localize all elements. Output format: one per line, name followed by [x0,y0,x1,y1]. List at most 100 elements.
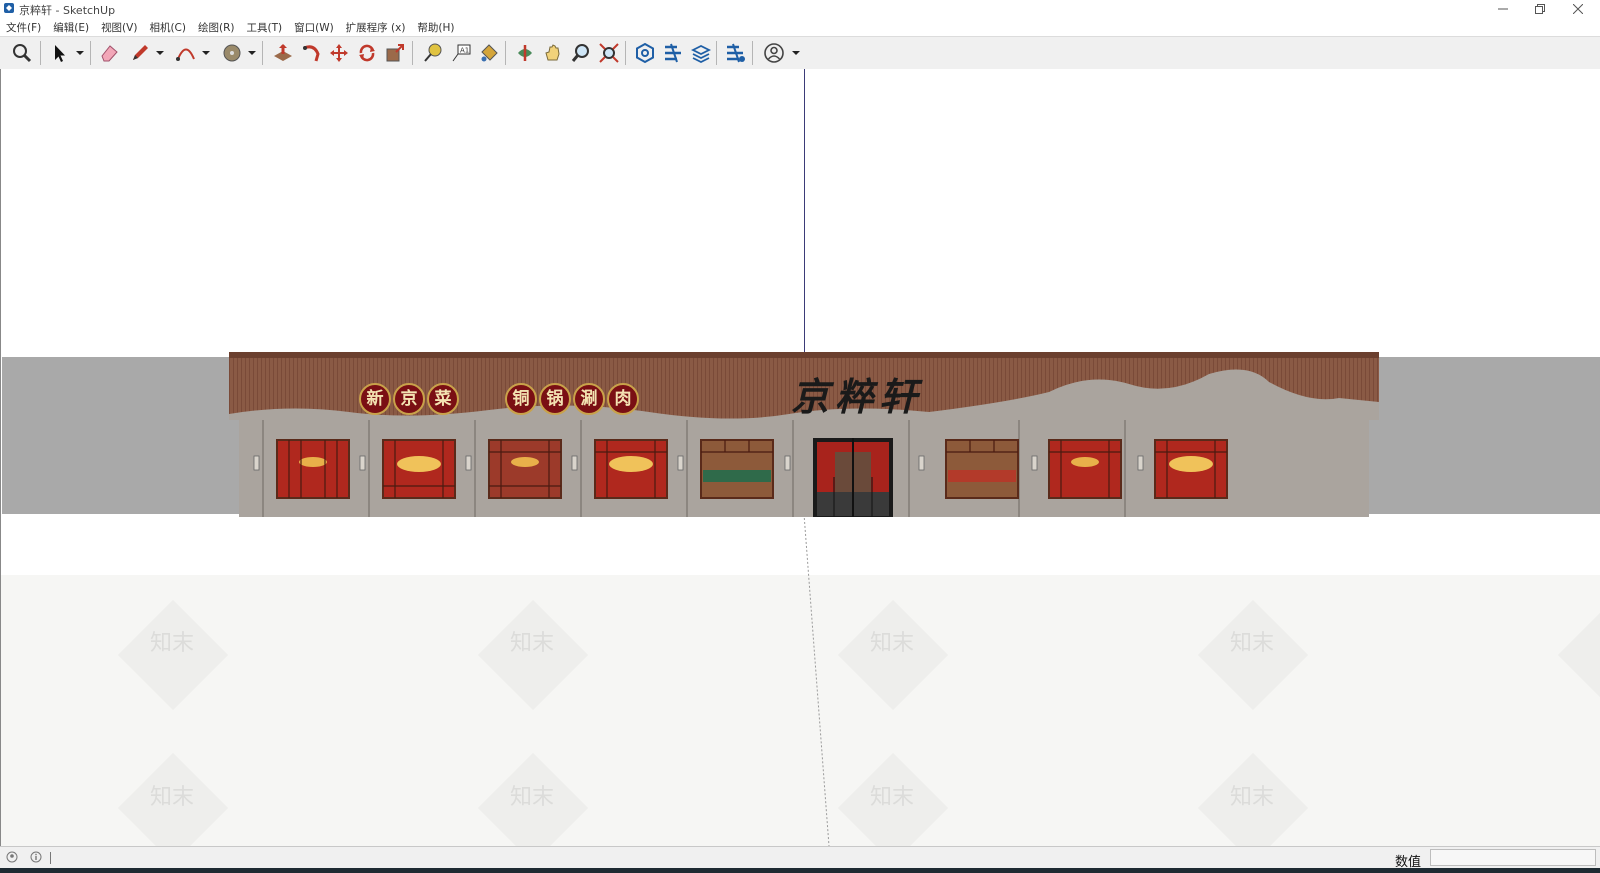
green-axis-dotted-line [803,514,830,846]
push-pull-button[interactable] [270,40,296,66]
brand-signage: 京粹轩 [791,374,924,419]
sign-char: 京 [393,383,425,415]
extension-manager-button[interactable] [660,40,686,66]
measurements-input[interactable] [1430,849,1596,866]
status-bar: 数值 [0,846,1600,870]
roof-edge [229,352,1379,358]
close-icon [1573,4,1583,14]
window-title: 京粹轩 - SketchUp [19,4,116,17]
toolbar-separator [40,41,41,65]
toolbar-separator [625,41,626,65]
select-tool-button[interactable] [46,40,72,66]
scale-tool-button[interactable] [382,40,408,66]
menu-window[interactable]: 窗口(W) [288,20,340,35]
shape-tool-button[interactable] [219,40,245,66]
paint-bucket-icon [481,44,498,62]
extension-manager-icon [665,43,681,63]
close-button[interactable] [1560,0,1596,18]
sign-char: 菜 [427,383,459,415]
status-divider [50,852,51,864]
large-toolset-toolbar: A1 [0,36,1600,70]
zoom-extents-button[interactable] [596,40,622,66]
sign-char: 铜 [505,383,537,415]
extension-warehouse-button[interactable] [722,40,748,66]
follow-me-button[interactable] [298,40,324,66]
3d-warehouse-icon [636,42,654,64]
watermark-text: 知末 [869,785,914,810]
search-button[interactable] [9,40,35,66]
sign-char: 新 [359,383,391,415]
svg-text:A1: A1 [460,47,469,55]
blue-axis-line [804,69,805,357]
select-arrow-icon [55,45,65,62]
orbit-icon [518,45,532,61]
watermark-text: 知末 [1229,631,1274,656]
circle-shape-icon [223,44,241,62]
geo-location-icon[interactable] [6,851,18,863]
menu-file[interactable]: 文件(F) [0,20,47,35]
sign-char: 锅 [539,383,571,415]
arc-icon [176,48,195,61]
extension-warehouse-icon [727,43,745,63]
toolbar-separator [90,41,91,65]
sign-char: 肉 [607,383,639,415]
menu-extensions[interactable]: 扩展程序 (x) [340,20,412,35]
chevron-down-icon[interactable] [76,49,84,57]
chevron-down-icon[interactable] [156,49,164,57]
menu-help[interactable]: 帮助(H) [411,20,460,35]
search-icon [13,44,32,63]
toolbar-separator [262,41,263,65]
scale-icon [386,44,404,62]
menu-draw[interactable]: 绘图(R) [192,20,241,35]
restore-button[interactable] [1522,0,1558,18]
text-label-icon: A1 [452,44,471,62]
follow-me-icon [303,45,320,62]
text-tool-button[interactable]: A1 [448,40,474,66]
minimize-icon [1498,8,1508,10]
layers-button[interactable] [688,40,714,66]
toolbar-separator [752,41,753,65]
pan-tool-button[interactable] [540,40,566,66]
watermark-text: 知末 [509,631,554,656]
watermark-text: 知末 [149,785,194,810]
menu-view[interactable]: 视图(V) [95,20,143,35]
orbit-tool-button[interactable] [512,40,538,66]
pan-hand-icon [545,44,560,61]
info-icon[interactable] [30,851,42,863]
menu-tools[interactable]: 工具(T) [240,20,288,35]
chevron-down-icon[interactable] [792,49,800,57]
rotate-tool-button[interactable] [354,40,380,66]
model-viewport[interactable]: 知末 知末 知末 知末 知末 知末 知末 知末 新 京 菜 铜 锅 涮 肉 京粹… [0,69,1600,846]
watermark-text: 知末 [509,785,554,810]
menu-bar: 文件(F) 编辑(E) 视图(V) 相机(C) 绘图(R) 工具(T) 窗口(W… [0,18,1600,36]
rotate-icon [359,44,375,62]
toolbar-separator [412,41,413,65]
eraser-tool-button[interactable] [96,40,122,66]
account-button[interactable] [761,40,787,66]
minimize-button[interactable] [1485,0,1521,18]
tape-measure-button[interactable] [420,40,446,66]
menu-camera[interactable]: 相机(C) [143,20,192,35]
eraser-icon [101,45,118,62]
chevron-down-icon[interactable] [202,49,210,57]
window-set [276,439,1228,499]
paint-bucket-button[interactable] [476,40,502,66]
line-tool-button[interactable] [127,40,153,66]
zoom-tool-button[interactable] [568,40,594,66]
toolbar-separator [716,41,717,65]
arc-tool-button[interactable] [173,40,199,66]
sketchup-logo-icon [4,3,14,13]
taskbar-strip [0,868,1600,873]
3d-warehouse-button[interactable] [632,40,658,66]
chevron-down-icon[interactable] [248,49,256,57]
restaurant-facade-model[interactable]: 新 京 菜 铜 锅 涮 肉 京粹轩 [229,352,1379,517]
menu-edit[interactable]: 编辑(E) [47,20,95,35]
zoom-extents-icon [599,43,619,63]
account-user-icon [764,43,784,63]
zoom-icon [571,44,589,62]
entrance-door [813,438,893,517]
sign-char: 涮 [573,383,605,415]
move-tool-button[interactable] [326,40,352,66]
layers-icon [690,44,712,64]
pencil-line-icon [133,45,148,60]
